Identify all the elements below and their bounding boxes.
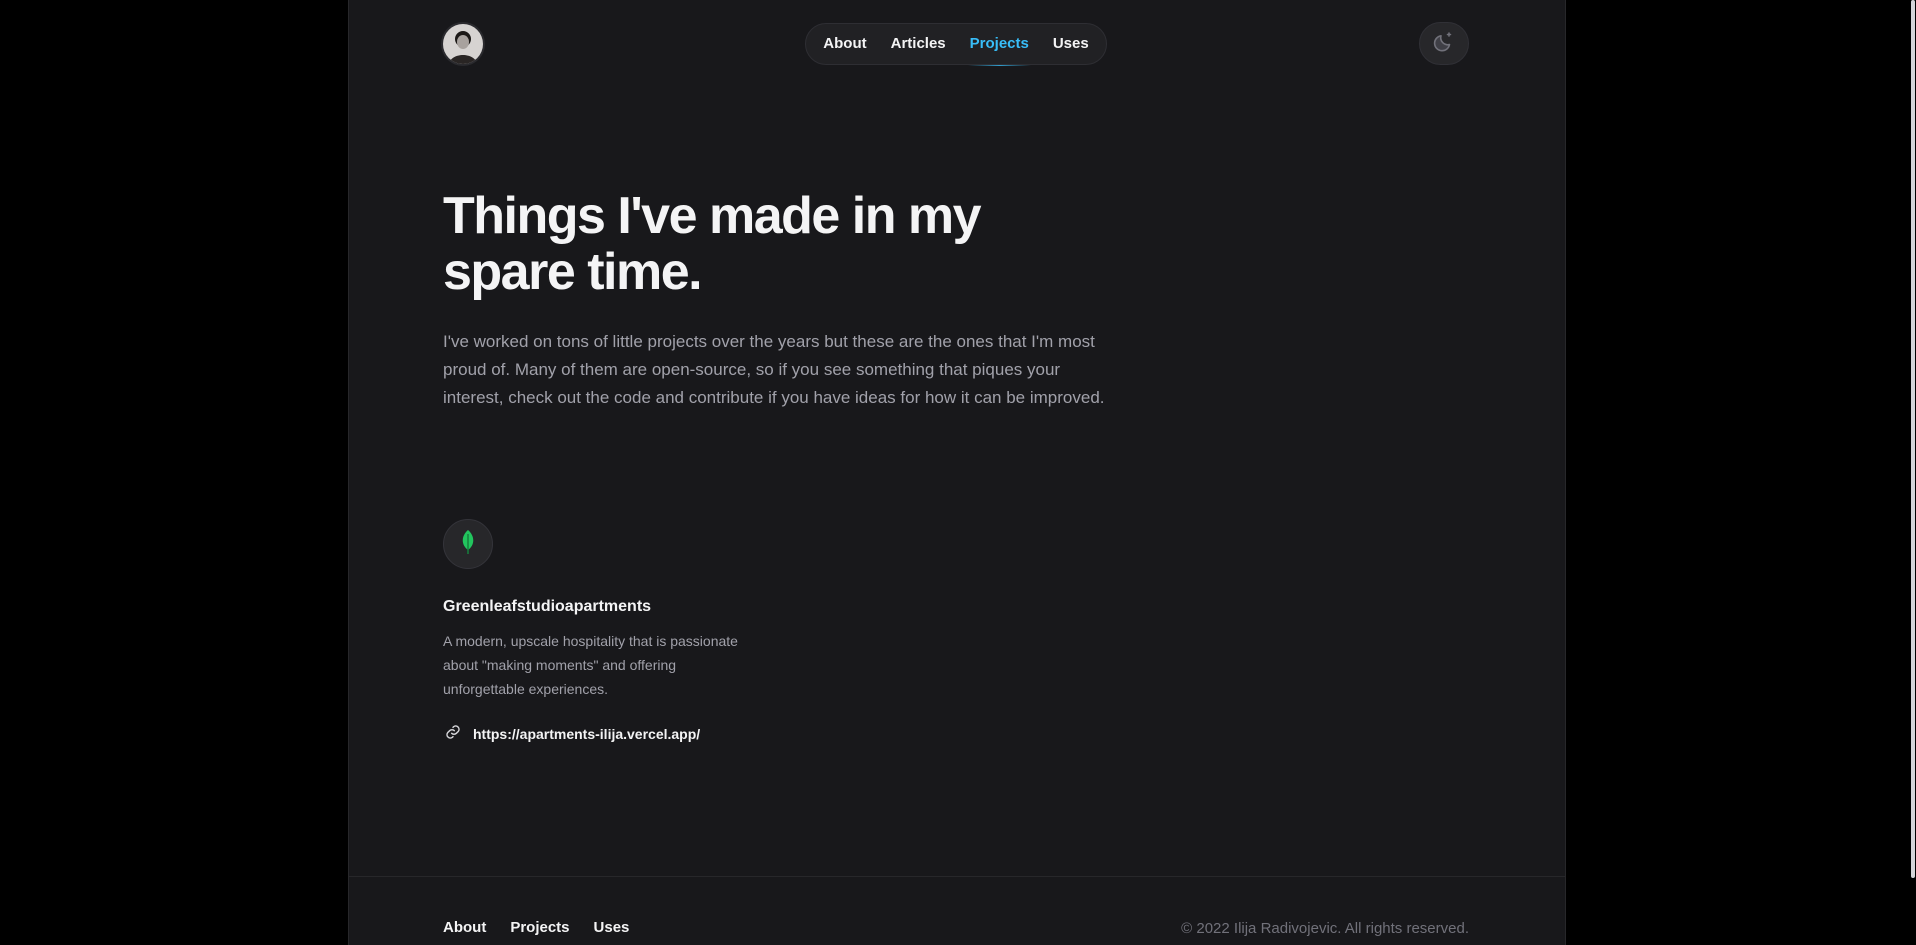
link-icon: [445, 724, 461, 743]
project-description: A modern, upscale hospitality that is pa…: [443, 633, 738, 697]
intro-text: I've worked on tons of little projects o…: [443, 332, 1105, 407]
footer-divider: [349, 876, 1565, 877]
scrollbar-thumb[interactable]: [1911, 0, 1915, 878]
project-logo: [443, 519, 493, 569]
avatar[interactable]: [443, 24, 483, 64]
footer-link-about[interactable]: About: [443, 919, 486, 936]
project-link[interactable]: https://apartments-ilija.vercel.app/: [445, 724, 700, 743]
page-frame: [348, 0, 1566, 945]
nav-item-articles[interactable]: Articles: [879, 23, 958, 65]
copyright-text: © 2022 Ilija Radivojevic. All rights res…: [1181, 920, 1469, 937]
project-name[interactable]: Greenleafstudioapartments: [443, 595, 651, 619]
main-nav: About Articles Projects Uses: [805, 23, 1107, 66]
footer-link-uses[interactable]: Uses: [594, 919, 630, 936]
project-link-text[interactable]: https://apartments-ilija.vercel.app/: [473, 726, 700, 742]
footer-link-projects[interactable]: Projects: [510, 919, 569, 936]
nav-item-uses[interactable]: Uses: [1041, 23, 1101, 65]
page-title: Things I've made in my spare time.: [443, 187, 982, 301]
moon-icon: [1432, 29, 1456, 58]
nav-item-projects[interactable]: Projects: [958, 23, 1041, 66]
leaf-icon: [458, 528, 478, 561]
nav-item-about[interactable]: About: [811, 23, 878, 65]
scrollbar[interactable]: [1910, 0, 1916, 945]
theme-toggle-button[interactable]: [1419, 22, 1469, 65]
footer-nav: About Projects Uses: [443, 919, 629, 936]
